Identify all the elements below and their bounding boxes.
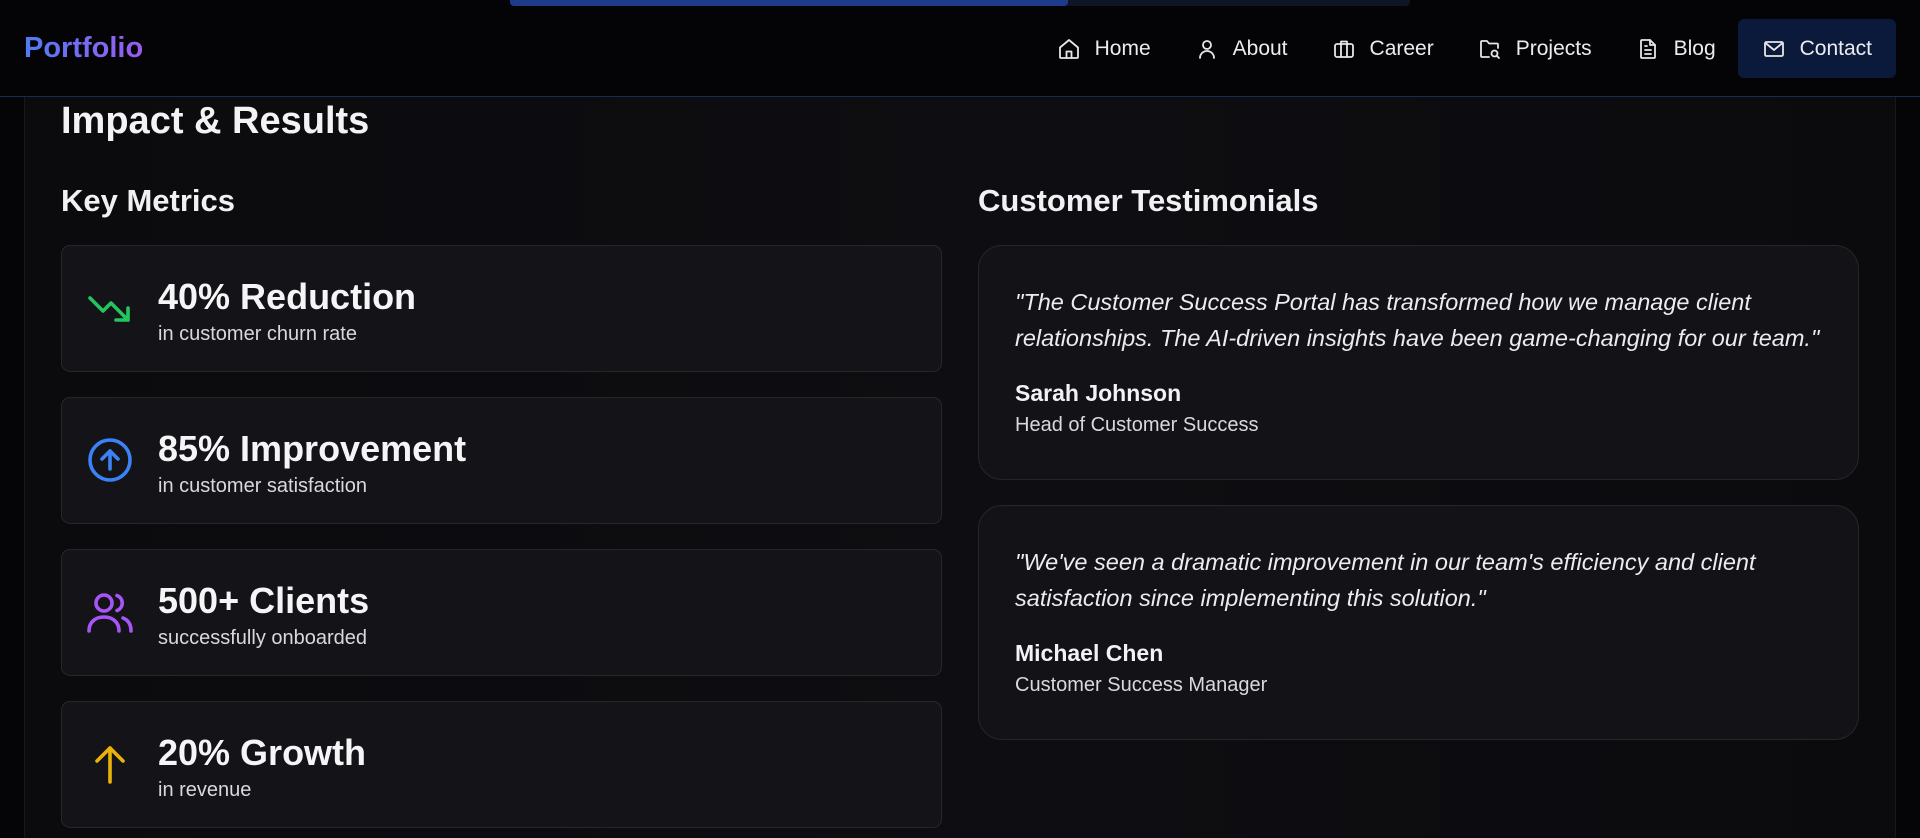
testimonial-card: "We've seen a dramatic improvement in ou…: [978, 505, 1859, 740]
main-nav: Home About Career Projects Blog Contact: [1035, 19, 1896, 78]
nav-item-contact[interactable]: Contact: [1737, 19, 1896, 78]
arrow-up-icon: [95, 746, 125, 784]
nav-item-career[interactable]: Career: [1310, 19, 1456, 78]
nav-label: Contact: [1799, 36, 1872, 60]
briefcase-icon: [1333, 40, 1354, 58]
users-icon: [87, 593, 133, 633]
key-metrics-title: Key Metrics: [61, 183, 236, 218]
folder-search-icon: [1479, 39, 1500, 59]
testimonial-card: "The Customer Success Portal has transfo…: [978, 245, 1859, 480]
testimonial-role: Head of Customer Success: [1015, 414, 1259, 436]
section-title: Impact & Results: [61, 100, 370, 142]
mail-icon: [1763, 40, 1784, 57]
metric-label: in customer churn rate: [158, 323, 357, 345]
metric-card: 85% Improvement in customer satisfaction: [61, 397, 942, 524]
metric-value: 40% Reduction: [158, 276, 417, 317]
nav-item-projects[interactable]: Projects: [1456, 19, 1614, 78]
document-icon: [1639, 38, 1656, 59]
testimonial-quote: "We've seen a dramatic improvement in ou…: [1015, 549, 1756, 611]
metric-label: in revenue: [158, 779, 252, 801]
nav-label: About: [1232, 36, 1288, 60]
user-icon: [1198, 39, 1215, 59]
home-icon: [1058, 38, 1079, 59]
nav-label: Home: [1094, 36, 1151, 60]
metric-card: 40% Reduction in customer churn rate: [61, 245, 942, 372]
testimonial-quote: "The Customer Success Portal has transfo…: [1015, 289, 1820, 351]
nav-item-blog[interactable]: Blog: [1614, 19, 1738, 78]
metric-label: in customer satisfaction: [158, 475, 367, 497]
metric-value: 500+ Clients: [158, 580, 370, 621]
testimonial-role: Customer Success Manager: [1015, 674, 1268, 696]
testimonial-author: Sarah Johnson: [1015, 380, 1182, 406]
metric-card: 500+ Clients successfully onboarded: [61, 549, 942, 676]
top-navbar: Portfolio Home About Career Projects Blo…: [0, 0, 1920, 97]
scroll-progress-fill: [510, 0, 1068, 6]
metric-label: successfully onboarded: [158, 627, 368, 649]
metric-value: 20% Growth: [158, 732, 367, 773]
nav-item-home[interactable]: Home: [1035, 19, 1173, 78]
testimonial-author: Michael Chen: [1015, 640, 1164, 666]
scroll-progress-bar: [510, 0, 1410, 6]
logo[interactable]: Portfolio: [24, 32, 143, 65]
nav-label: Career: [1369, 36, 1434, 60]
trending-down-icon: [88, 296, 130, 322]
nav-label: Projects: [1515, 36, 1592, 60]
metric-value: 85% Improvement: [158, 428, 467, 469]
nav-item-about[interactable]: About: [1173, 19, 1310, 78]
arrow-up-circle-icon: [88, 438, 132, 482]
nav-label: Blog: [1673, 36, 1716, 60]
metric-card: 20% Growth in revenue: [61, 701, 942, 828]
testimonials-title: Customer Testimonials: [978, 183, 1319, 218]
